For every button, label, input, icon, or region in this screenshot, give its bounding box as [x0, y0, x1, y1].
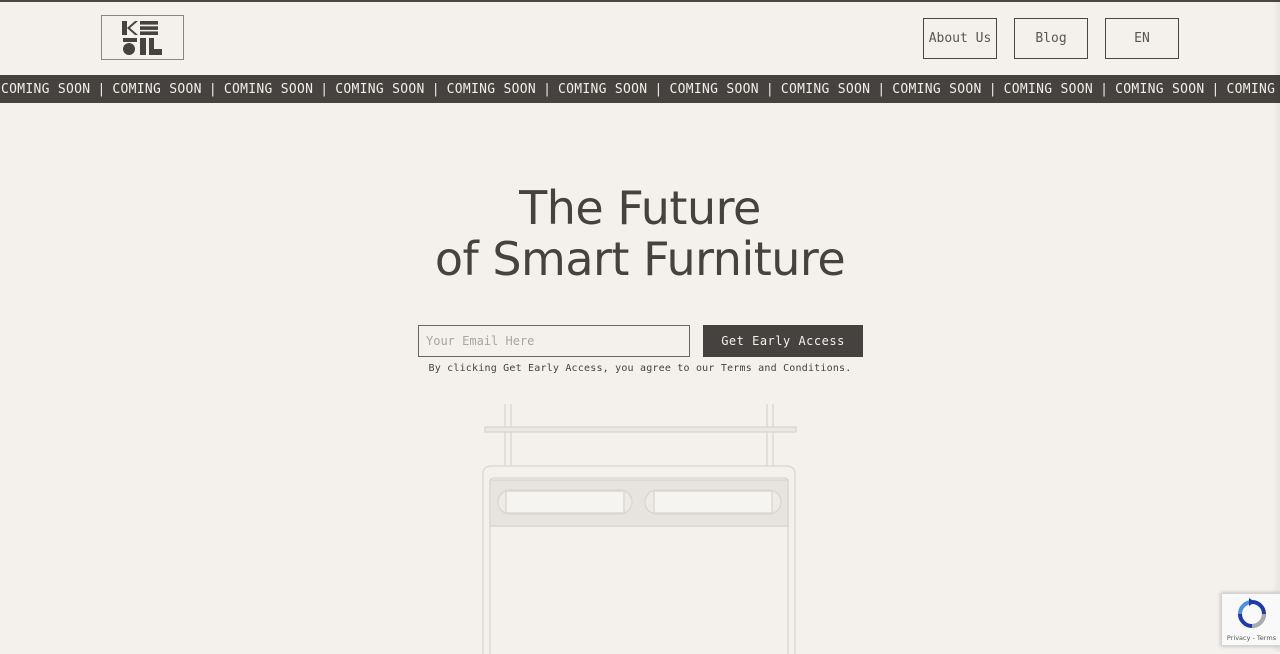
ticker-separator: | [654, 81, 663, 97]
ticker-separator: | [988, 81, 997, 97]
ticker-item: COMING SOON [112, 81, 202, 97]
furniture-illustration [482, 404, 797, 654]
terms-link[interactable]: Terms and Conditions [721, 363, 845, 374]
logo[interactable] [101, 15, 184, 60]
coming-soon-ticker: COMING SOON | COMING SOON | COMING SOON | COMI… [0, 75, 1280, 103]
top-border [0, 0, 1280, 2]
ticker-item: COMING SOON [335, 81, 425, 97]
ticker-separator: | [543, 81, 551, 97]
ticker-item: COMING SOON [1115, 81, 1205, 97]
hero-title-line-2: of Smart Furniture [434, 232, 846, 286]
ticker-separator: | [765, 81, 774, 97]
hero-title-line-1: The Future [519, 181, 761, 235]
ticker-item: COMING SOON [892, 81, 982, 97]
ticker-separator: | [1211, 81, 1220, 97]
ticker-separator: | [431, 81, 440, 97]
recaptcha-badge[interactable]: Privacy - Terms [1221, 593, 1280, 646]
recaptcha-icon [1238, 598, 1266, 628]
email-input[interactable] [418, 325, 690, 357]
hero-title: The Future of Smart Furniture [0, 183, 1280, 285]
ticker-item: COMING SOON [780, 81, 871, 97]
recaptcha-links[interactable]: Privacy - Terms [1222, 634, 1280, 642]
ticker-separator: | [320, 81, 329, 97]
ticker-item: COMING SOON [1, 81, 91, 97]
ticker-separator: | [877, 81, 886, 97]
ticker-item: COMING SOON [223, 81, 314, 97]
ticker-item: COMING SOON [446, 81, 537, 97]
get-early-access-button[interactable]: Get Early Access [703, 325, 863, 357]
terms-prefix: By clicking Get Early Access, you agree … [428, 363, 721, 374]
nav-about-us[interactable]: About Us [923, 18, 997, 59]
ticker-separator: | [1100, 81, 1108, 97]
logo-mark-icon [121, 20, 162, 55]
scrollbar [1272, 0, 1280, 652]
ticker-separator: | [208, 81, 217, 97]
language-selector[interactable]: EN [1105, 18, 1179, 59]
nav-blog[interactable]: Blog [1014, 18, 1088, 59]
terms-suffix: . [845, 363, 852, 374]
ticker-item: COMING SOON [558, 81, 648, 97]
ticker-separator: | [97, 81, 106, 97]
ticker-item: COMING SOON [669, 81, 759, 97]
terms-notice: By clicking Get Early Access, you agree … [0, 363, 1280, 374]
ticker-item: COMING SOON [1003, 81, 1094, 97]
ticker-track: COMING SOON | COMING SOON | COMING SOON | COMI… [1, 75, 1280, 103]
